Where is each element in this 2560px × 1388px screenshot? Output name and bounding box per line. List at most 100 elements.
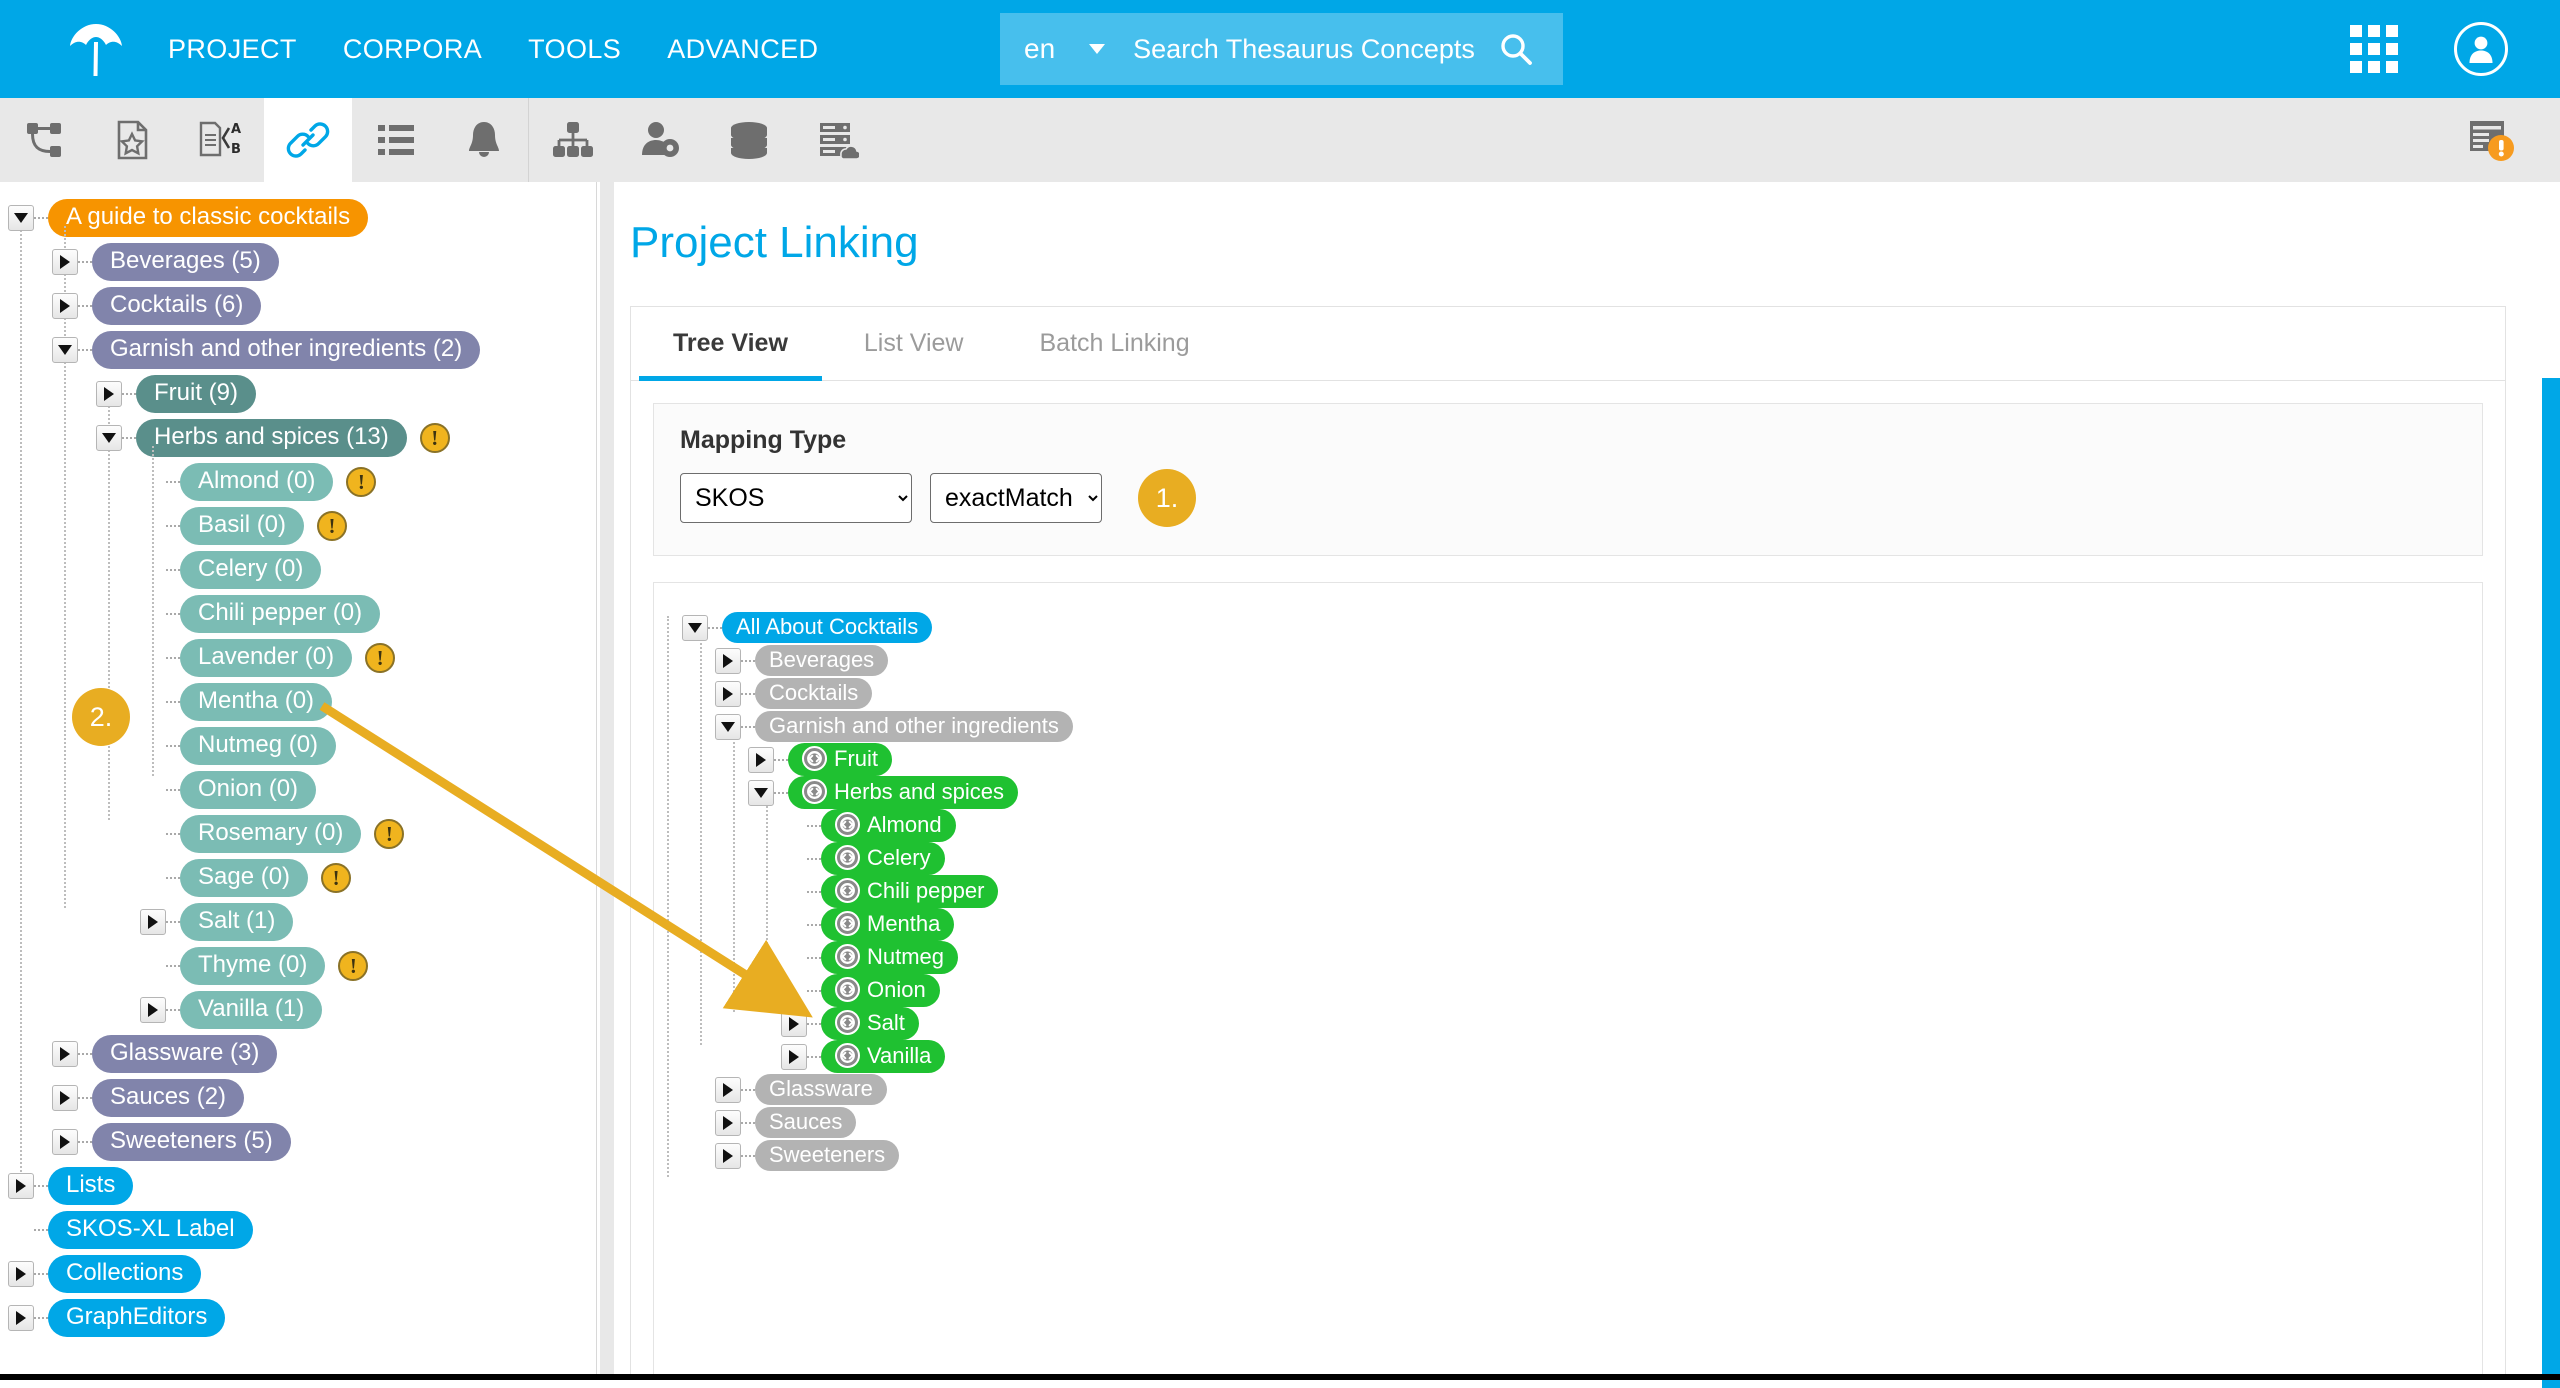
document-star-icon[interactable] — [88, 98, 176, 182]
tree-node-label[interactable]: Mentha (0) — [180, 683, 333, 721]
tree-node-label[interactable]: Collections — [48, 1255, 202, 1293]
expand-toggle-icon[interactable] — [52, 1041, 78, 1067]
tree-node[interactable]: Beverages (5) — [0, 240, 596, 284]
tree-node-label[interactable]: Nutmeg (0) — [180, 727, 337, 765]
tree-node[interactable]: Rosemary (0)! — [0, 812, 596, 856]
tree-node[interactable]: Sweeteners (5) — [0, 1120, 596, 1164]
link-mapping-icon[interactable] — [835, 977, 860, 1002]
target-tree-node[interactable]: Mentha — [682, 908, 2482, 941]
server-cloud-icon[interactable] — [793, 98, 881, 182]
target-tree-node-label[interactable]: Vanilla — [821, 1040, 946, 1073]
link-icon[interactable] — [264, 98, 352, 182]
warning-badge-icon[interactable]: ! — [317, 511, 348, 541]
collapse-toggle-icon[interactable] — [52, 337, 78, 363]
target-tree-node-label[interactable]: Sauces — [755, 1106, 857, 1139]
nav-link-project[interactable]: PROJECT — [168, 34, 297, 65]
user-settings-icon[interactable] — [617, 98, 705, 182]
collapse-toggle-icon[interactable] — [682, 614, 708, 641]
target-tree-node[interactable]: Onion — [682, 974, 2482, 1007]
search-input[interactable]: Search Thesaurus Concepts — [1133, 34, 1499, 65]
tree-node-label[interactable]: Fruit (9) — [136, 375, 256, 413]
tree-node[interactable]: Lists — [0, 1164, 596, 1208]
expand-toggle-icon[interactable] — [781, 1043, 807, 1070]
target-tree-node[interactable]: Chili pepper — [682, 875, 2482, 908]
tree-node[interactable]: Herbs and spices (13)! — [0, 416, 596, 460]
target-tree-node-label[interactable]: Cocktails — [755, 677, 873, 710]
tree-node-label[interactable]: Lavender (0) — [180, 639, 353, 677]
tree-node-label[interactable]: Glassware (3) — [92, 1035, 278, 1073]
expand-toggle-icon[interactable] — [715, 680, 741, 707]
tree-node-label[interactable]: Chili pepper (0) — [180, 595, 381, 633]
target-tree-node[interactable]: Vanilla — [682, 1040, 2482, 1073]
nav-link-tools[interactable]: TOOLS — [528, 34, 621, 65]
target-tree-node-label[interactable]: All About Cocktails — [722, 611, 933, 644]
tree-node-label[interactable]: Onion (0) — [180, 771, 317, 809]
panel-splitter[interactable] — [600, 182, 614, 1380]
tree-node-label[interactable]: Beverages (5) — [92, 243, 279, 281]
tree-node-label[interactable]: Herbs and spices (13) — [136, 419, 407, 457]
tree-node-label[interactable]: Almond (0) — [180, 463, 334, 501]
target-tree-node[interactable]: Celery — [682, 842, 2482, 875]
tree-node-label[interactable]: A guide to classic cocktails — [48, 199, 369, 237]
tree-node-label[interactable]: Thyme (0) — [180, 947, 326, 985]
tree-node[interactable]: Thyme (0)! — [0, 944, 596, 988]
expand-toggle-icon[interactable] — [781, 1010, 807, 1037]
bell-notification-icon[interactable] — [440, 98, 528, 182]
collapse-toggle-icon[interactable] — [8, 205, 34, 231]
tree-node[interactable]: A guide to classic cocktails — [0, 196, 596, 240]
tree-node[interactable]: Collections — [0, 1252, 596, 1296]
target-tree-node-label[interactable]: Herbs and spices — [788, 776, 1018, 809]
tab-tree-view[interactable]: Tree View — [639, 307, 822, 381]
target-tree-node[interactable]: Sweeteners — [682, 1139, 2482, 1172]
target-tree-node-label[interactable]: Garnish and other ingredients — [755, 710, 1073, 743]
nav-link-advanced[interactable]: ADVANCED — [667, 34, 818, 65]
tab-batch-linking[interactable]: Batch Linking — [1006, 307, 1224, 380]
target-tree-node-label[interactable]: Glassware — [755, 1073, 887, 1106]
tree-node[interactable]: Glassware (3) — [0, 1032, 596, 1076]
tree-node-label[interactable]: Garnish and other ingredients (2) — [92, 331, 481, 369]
target-tree-node[interactable]: Fruit — [682, 743, 2482, 776]
search-language-selector[interactable]: en — [1000, 33, 1106, 65]
link-mapping-icon[interactable] — [835, 845, 860, 870]
target-tree-node[interactable]: All About Cocktails — [682, 611, 2482, 644]
collapse-toggle-icon[interactable] — [748, 779, 774, 806]
link-mapping-icon[interactable] — [802, 779, 827, 804]
warning-badge-icon[interactable]: ! — [321, 863, 352, 893]
mapping-relation-select[interactable]: exactMatch — [930, 473, 1102, 523]
target-tree-node[interactable]: Almond — [682, 809, 2482, 842]
tree-node[interactable]: SKOS-XL Label — [0, 1208, 596, 1252]
tree-node[interactable]: Chili pepper (0) — [0, 592, 596, 636]
target-tree-node-label[interactable]: Sweeteners — [755, 1139, 900, 1172]
expand-toggle-icon[interactable] — [96, 381, 122, 407]
link-mapping-icon[interactable] — [835, 911, 860, 936]
target-tree-node[interactable]: Cocktails — [682, 677, 2482, 710]
target-tree-node[interactable]: Glassware — [682, 1073, 2482, 1106]
database-icon[interactable] — [705, 98, 793, 182]
expand-toggle-icon[interactable] — [715, 1076, 741, 1103]
tab-list-view[interactable]: List View — [830, 307, 998, 380]
expand-toggle-icon[interactable] — [715, 1109, 741, 1136]
target-tree-node[interactable]: Sauces — [682, 1106, 2482, 1139]
link-mapping-icon[interactable] — [835, 878, 860, 903]
concept-scheme-icon[interactable] — [0, 98, 88, 182]
tree-node[interactable]: Cocktails (6) — [0, 284, 596, 328]
tree-node-label[interactable]: Rosemary (0) — [180, 815, 362, 853]
tree-node[interactable]: Fruit (9) — [0, 372, 596, 416]
link-mapping-icon[interactable] — [835, 1043, 860, 1068]
target-tree-node-label[interactable]: Chili pepper — [821, 875, 999, 908]
warning-badge-icon[interactable]: ! — [346, 467, 377, 497]
search-icon[interactable] — [1499, 32, 1533, 66]
expand-toggle-icon[interactable] — [52, 293, 78, 319]
tree-node[interactable]: Salt (1) — [0, 900, 596, 944]
tree-node[interactable]: GraphEditors — [0, 1296, 596, 1340]
expand-toggle-icon[interactable] — [140, 909, 166, 935]
target-tree-node-label[interactable]: Mentha — [821, 908, 955, 941]
tree-node[interactable]: Onion (0) — [0, 768, 596, 812]
page-scrollbar-track[interactable] — [2542, 182, 2560, 1388]
tree-node[interactable]: Sage (0)! — [0, 856, 596, 900]
target-tree-card[interactable]: All About Cocktails Beverages Cocktails Gar… — [653, 582, 2483, 1380]
nav-link-corpora[interactable]: CORPORA — [343, 34, 482, 65]
tree-node-label[interactable]: Lists — [48, 1167, 134, 1205]
link-mapping-icon[interactable] — [835, 812, 860, 837]
umbrella-logo[interactable] — [52, 18, 140, 80]
